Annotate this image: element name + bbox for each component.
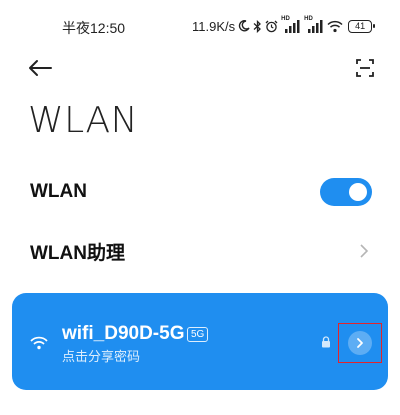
wlan-toggle[interactable] — [320, 178, 372, 206]
wlan-assistant-row[interactable]: WLAN助理 — [0, 222, 400, 280]
share-password-text: 点击分享密码 — [62, 349, 141, 364]
status-icons: 11.9K/s HD HD 41 — [192, 16, 376, 36]
network-speed: 11.9K/s — [192, 18, 236, 34]
network-ssid: wifi_D90D-5G — [62, 323, 185, 344]
signal-icon: HD — [304, 16, 324, 33]
back-arrow-icon — [29, 60, 52, 76]
status-time: 半夜12:50 — [62, 20, 126, 36]
chevron-right-icon — [357, 338, 363, 348]
wlan-assistant-label: WLAN助理 — [30, 242, 125, 264]
wlan-label: WLAN — [30, 181, 87, 202]
wifi-icon — [327, 20, 343, 32]
wifi-signal-icon — [30, 336, 48, 350]
signal-icon: HD — [281, 16, 301, 33]
signal-2-label: HD — [304, 16, 313, 22]
scan-icon — [356, 59, 374, 77]
alarm-icon — [265, 20, 278, 32]
toggle-knob — [349, 183, 367, 201]
page-title: WLAN — [28, 100, 139, 141]
scan-button[interactable] — [353, 56, 377, 80]
lock-icon — [322, 336, 330, 348]
moon-icon — [238, 20, 250, 32]
connected-network-card[interactable]: wifi_D90D-5G 5G 点击分享密码 — [12, 293, 388, 390]
network-detail-button[interactable] — [348, 331, 372, 355]
chevron-right-icon — [360, 244, 369, 258]
back-button[interactable] — [26, 56, 54, 80]
battery-icon: 41 — [348, 19, 376, 33]
band-badge: 5G — [187, 327, 209, 342]
signal-1-label: HD — [281, 16, 290, 22]
status-bar: 半夜12:50 11.9K/s HD HD 41 — [0, 0, 400, 40]
detail-button-highlight — [338, 323, 382, 363]
bluetooth-icon — [253, 19, 262, 33]
wlan-toggle-row[interactable]: WLAN — [0, 163, 400, 221]
